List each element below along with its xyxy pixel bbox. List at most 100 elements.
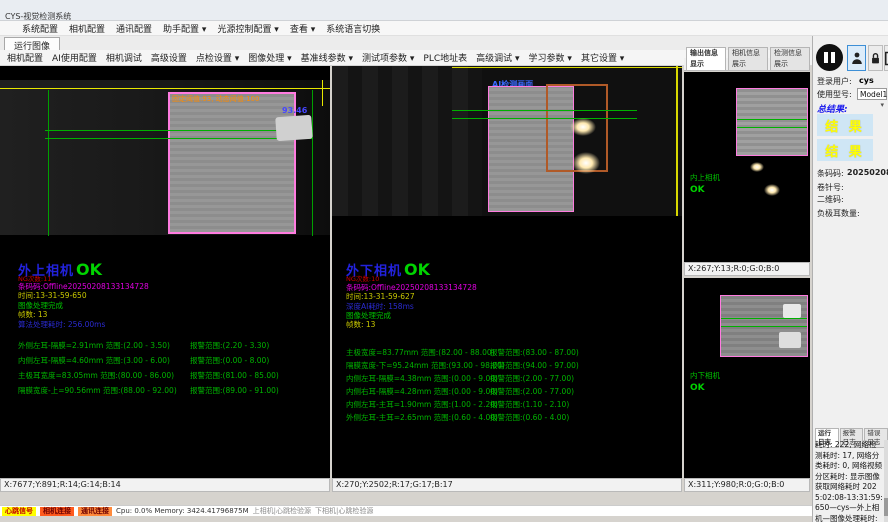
left-alarm-row: 报警范围:(81.00 - 85.00) <box>190 370 279 381</box>
left-coords-bar: X:7677;Y:891;R:14;G:14;B:14 <box>0 478 330 492</box>
middle-process-status: 图像处理完成 <box>346 312 391 320</box>
middle-measure-row: 内侧左耳-隔膜=4.38mm 范围:(0.00 - 9.00) <box>346 373 498 384</box>
overlay-flange-shape <box>783 304 801 318</box>
thumb-top-panel: 内上相机 OK <box>684 72 810 262</box>
pause-button[interactable] <box>816 44 843 71</box>
app-window: CYS-视觉检测系统 C 系统配置 相机配置 通讯配置 助手配置 ▾ 光源控制配… <box>0 0 888 522</box>
thumb-bottom-coords-bar: X:311;Y:980;R:0;G:0;B:0 <box>684 478 810 492</box>
left-camera-panel: 固定阈值:93, 动态阈值:100 93.46 外上相机OK NG次数:11 条… <box>0 66 330 478</box>
middle-alarm-row: 报警范围:(2.00 - 77.00) <box>490 386 574 397</box>
thumb-bottom-status: OK <box>690 384 705 393</box>
menu-light-control[interactable]: 光源控制配置 ▾ <box>217 22 278 35</box>
middle-barcode: 条码码:Offline20250208133134728 <box>346 284 477 292</box>
overlay-green-hline <box>721 326 807 327</box>
log-scrollbar[interactable] <box>884 440 888 522</box>
menu-language-switch[interactable]: 系统语言切换 <box>326 22 380 35</box>
cpu-memory-readout: Cpu: 0.0% Memory: 3424.41796875M <box>116 507 249 515</box>
menu-comm-config[interactable]: 通讯配置 <box>116 22 152 35</box>
control-panel: 登录用户: cys 使用型号: Model1▾ 总结果: 结 果 结 果 条码码… <box>812 36 888 522</box>
user-button[interactable] <box>847 45 866 71</box>
tool-camera-config[interactable]: 相机配置 <box>7 51 43 64</box>
tool-spot-check[interactable]: 点检设置 ▾ <box>196 51 239 64</box>
thumb-top-image[interactable] <box>736 88 808 156</box>
overlay-yellow-vline <box>676 66 678 216</box>
middle-camera-image[interactable]: AI检测画面 <box>332 66 682 216</box>
pause-icon <box>824 52 828 63</box>
thumb-tab-detect-info[interactable]: 检测信息展示 <box>770 47 810 70</box>
tool-advanced-settings[interactable]: 高级设置 <box>151 51 187 64</box>
tool-test-params[interactable]: 测试项参数 ▾ <box>362 51 414 64</box>
middle-ai-elapsed: 深度AI耗时: 158ms <box>346 303 414 311</box>
overlay-dark-texture <box>332 66 482 216</box>
overlay-green-hline-1 <box>45 130 313 131</box>
middle-alarm-row: 报警范围:(0.60 - 4.00) <box>490 412 569 423</box>
thumb-bottom-image[interactable] <box>720 295 808 357</box>
left-time: 时间:13-31-59-650 <box>18 292 87 300</box>
overlay-green-hline <box>737 127 807 128</box>
menu-system-config[interactable]: 系统配置 <box>22 22 58 35</box>
tool-learning-params[interactable]: 学习参数 ▾ <box>529 51 572 64</box>
login-user-value: cys <box>859 76 874 85</box>
middle-frame-count: 帧数: 13 <box>346 321 375 329</box>
tool-camera-debug[interactable]: 相机调试 <box>106 51 142 64</box>
overlay-green-hline <box>721 318 807 319</box>
tool-baseline-params[interactable]: 基准线参数 ▾ <box>301 51 353 64</box>
log-scrollbar-thumb[interactable] <box>884 498 888 516</box>
overlay-flange-shape <box>779 332 801 348</box>
status-bar: 心跳信号 相机连接 通讯连接 Cpu: 0.0% Memory: 3424.41… <box>0 505 812 516</box>
log-text: 耗时: 222, 网络检测耗时: 17, 网络分类耗时: 0, 网络视频分区耗时… <box>815 440 883 522</box>
menu-view[interactable]: 查看 ▾ <box>290 22 315 35</box>
result-box-top: 结 果 <box>817 114 873 136</box>
login-user-label: 登录用户: <box>817 76 852 87</box>
middle-ng-count: NG次数:10 <box>346 276 379 283</box>
left-camera-status: OK <box>76 260 102 279</box>
tool-other-settings[interactable]: 其它设置 ▾ <box>581 51 624 64</box>
overlay-flare-spot <box>764 184 780 196</box>
overlay-green-vline-left <box>48 90 49 236</box>
tool-ai-config[interactable]: AI使用配置 <box>52 51 97 64</box>
left-measure-row: 主极耳宽度=83.05mm 范围:(80.00 - 86.00) <box>18 370 174 381</box>
thumb-tab-camera-info[interactable]: 相机信息展示 <box>728 47 768 70</box>
left-camera-image[interactable]: 固定阈值:93, 动态阈值:100 93.46 <box>0 80 330 235</box>
left-measure-row: 隔膜宽度-上=90.56mm 范围:(88.00 - 92.00) <box>18 385 177 396</box>
tab-count-label: 负极耳数量: <box>817 208 860 219</box>
overlay-flare-spot <box>750 162 764 172</box>
thumb-bottom-label: 内下相机 <box>690 372 720 380</box>
middle-measure-row: 主极宽度=83.77mm 范围:(82.00 - 88.00) <box>346 347 495 358</box>
overlay-green-hline-1 <box>452 110 637 111</box>
needle-number-label: 卷针号: <box>817 182 844 193</box>
left-process-status: 图像处理完成 <box>18 302 63 310</box>
exit-button[interactable] <box>884 45 888 71</box>
overlay-yellow-vline <box>322 80 323 106</box>
comm-connection-indicator: 通讯连接 <box>78 507 112 516</box>
thumb-top-status: OK <box>690 186 705 195</box>
overlay-flare-spot <box>572 152 600 174</box>
tool-image-processing[interactable]: 图像处理 ▾ <box>248 51 291 64</box>
overlay-part-region <box>168 92 296 234</box>
thumb-top-label: 内上相机 <box>690 174 720 182</box>
chevron-down-icon: ▾ <box>880 100 884 111</box>
thumb-tab-output-info[interactable]: 输出信息显示 <box>686 47 726 70</box>
model-label: 使用型号: <box>817 89 852 100</box>
menu-assistant-config[interactable]: 助手配置 ▾ <box>163 22 206 35</box>
overlay-green-vline-right <box>312 90 313 236</box>
thumb-top-coords-bar: X:267;Y:13;R:0;G:0;B:0 <box>684 262 810 276</box>
thumbnail-tab-strip: 输出信息显示 相机信息展示 检测信息展示 <box>684 58 810 71</box>
middle-measure-row: 外侧左耳-主耳=2.65mm 范围:(0.60 - 4.00) <box>346 412 498 423</box>
left-barcode: 条码码:Offline20250208133134728 <box>18 283 149 291</box>
middle-time: 时间:13-31-59-627 <box>346 293 415 301</box>
lock-button[interactable] <box>868 45 883 71</box>
left-measure-row: 外侧左耳-隔膜=2.91mm 范围:(2.00 - 3.50) <box>18 340 170 351</box>
barcode-label: 条码码: <box>817 168 844 179</box>
menu-camera-config[interactable]: 相机配置 <box>69 22 105 35</box>
model-select[interactable]: Model1▾ <box>857 88 887 100</box>
result-box-bottom: 结 果 <box>817 139 873 161</box>
tool-plc-address[interactable]: PLC地址表 <box>423 51 467 64</box>
middle-alarm-row: 报警范围:(94.00 - 97.00) <box>490 360 579 371</box>
middle-measure-row: 内侧右耳-隔膜=4.28mm 范围:(0.00 - 9.00) <box>346 386 498 397</box>
middle-alarm-row: 报警范围:(2.00 - 77.00) <box>490 373 574 384</box>
left-alarm-row: 报警范围:(2.20 - 3.30) <box>190 340 269 351</box>
overlay-green-hline <box>737 119 807 120</box>
tool-advanced-debug[interactable]: 高级调试 ▾ <box>476 51 519 64</box>
overlay-connector-shape <box>275 115 313 141</box>
